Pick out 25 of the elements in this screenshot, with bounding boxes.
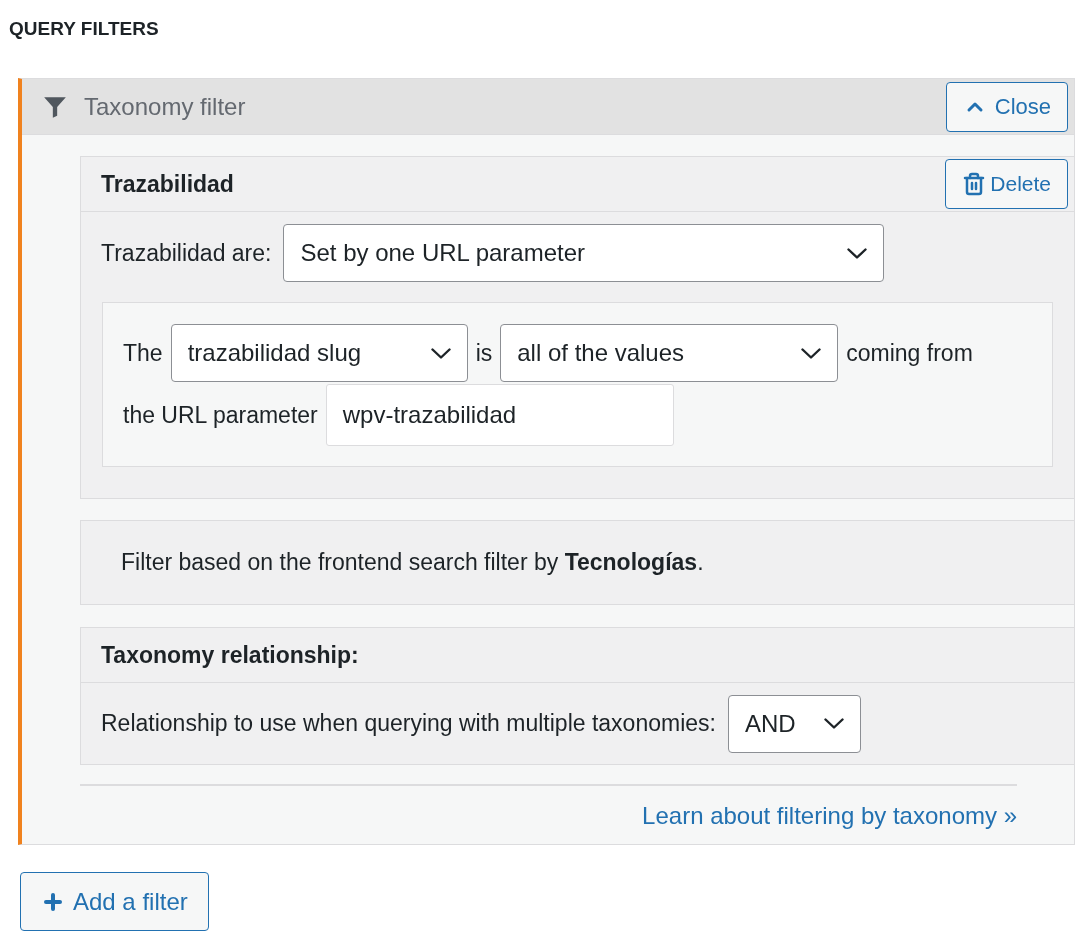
description-text: Filter based on the frontend search filter by Tecnologías.: [121, 548, 704, 578]
delete-button[interactable]: Delete: [945, 159, 1068, 209]
sentence-text: coming from: [846, 338, 973, 368]
chevron-down-icon: [801, 347, 822, 359]
field-label: Relationship to use when querying with multiple taxonomies:: [101, 709, 716, 739]
trash-icon: [962, 172, 987, 196]
relationship-select[interactable]: AND: [727, 694, 861, 753]
close-button[interactable]: Close: [945, 81, 1068, 132]
section-heading: QUERY FILTERS: [9, 21, 159, 38]
sentence-text: is: [475, 338, 493, 368]
sentence-text: The: [123, 338, 163, 368]
panel-title: Taxonomy filter: [84, 91, 246, 122]
chevron-down-icon: [847, 247, 868, 259]
parameter-input[interactable]: wpv-trazabilidad: [325, 384, 674, 446]
sentence-text: the URL parameter: [123, 400, 318, 430]
field-select[interactable]: trazabilidad slug: [170, 324, 468, 382]
match-select[interactable]: all of the values: [500, 324, 839, 382]
field-label: Trazabilidad are:: [101, 238, 272, 268]
add-filter-button[interactable]: Add a filter: [20, 872, 209, 931]
chevron-down-icon: [823, 718, 844, 729]
learn-link[interactable]: Learn about filtering by taxonomy »: [642, 798, 1017, 834]
section-title: Taxonomy relationship:: [101, 640, 359, 670]
mode-select[interactable]: Set by one URL parameter: [283, 224, 885, 282]
section-title: Trazabilidad: [101, 169, 234, 199]
chevron-down-icon: [430, 347, 451, 359]
